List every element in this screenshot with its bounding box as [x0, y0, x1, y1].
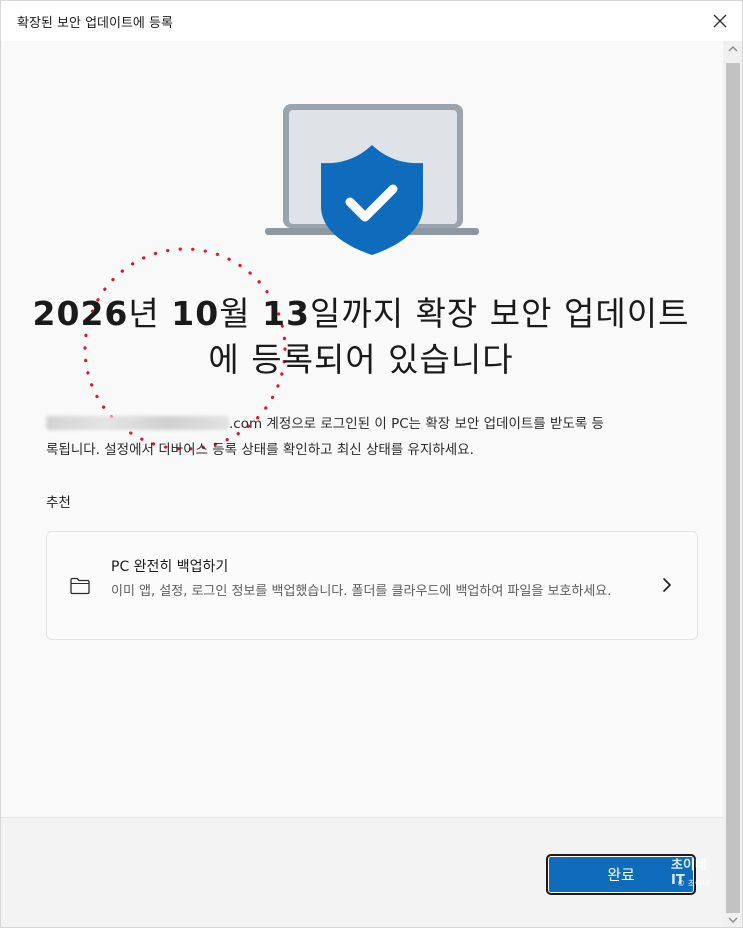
dialog-footer: 완료 초이네 IT © 초이네 [1, 817, 723, 927]
headline-month-suffix: 월 [219, 294, 263, 333]
scroll-down-arrow-icon[interactable] [727, 914, 739, 926]
scroll-up-arrow-icon[interactable] [727, 43, 739, 55]
dialog-window: 확장된 보안 업데이트에 등록 2026년 10월 13일까지 확장 보안 업데… [0, 0, 743, 928]
window-title: 확장된 보안 업데이트에 등록 [17, 16, 173, 31]
headline-year-suffix: 년 [128, 294, 172, 333]
title-bar: 확장된 보안 업데이트에 등록 [1, 1, 742, 41]
close-button[interactable] [706, 7, 734, 35]
description-line1: .com 계정으로 로그인된 이 PC는 확장 보안 업데이트를 받도록 등 [229, 416, 604, 432]
description: .com 계정으로 로그인된 이 PC는 확장 보안 업데이트를 받도록 등 록… [46, 411, 696, 463]
headline-day-suffix: 일까지 확장 보안 업데이트 [310, 294, 690, 333]
headline-day: 13 [262, 294, 310, 333]
watermark-subtext: © 초이네 [677, 879, 710, 888]
headline-month: 10 [171, 294, 220, 333]
card-title: PC 완전히 백업하기 [111, 559, 229, 575]
headline: 2026년 10월 13일까지 확장 보안 업데이트 에 등록되어 있습니다 [31, 291, 691, 383]
description-line2: 록됩니다. 설정에서 디바이스 등록 상태를 확인하고 최신 상태를 유지하세요… [46, 442, 474, 458]
scrollbar-thumb[interactable] [726, 63, 740, 913]
backup-pc-card[interactable]: PC 완전히 백업하기 이미 앱, 설정, 로그인 정보를 백업했습니다. 폴더… [46, 531, 698, 640]
dialog-content: 2026년 10월 13일까지 확장 보안 업데이트 에 등록되어 있습니다 .… [1, 41, 723, 817]
vertical-scrollbar[interactable] [723, 41, 742, 927]
blurred-email [46, 416, 229, 430]
close-icon [713, 14, 727, 28]
folder-icon [70, 577, 90, 595]
card-description: 이미 앱, 설정, 로그인 정보를 백업했습니다. 폴더를 클라우드에 백업하여… [111, 584, 612, 599]
laptop-shield-illustration [265, 104, 479, 255]
chevron-right-icon [663, 578, 671, 592]
headline-line2: 에 등록되어 있습니다 [208, 340, 514, 379]
recommendation-label: 추천 [46, 495, 71, 511]
headline-year: 2026 [32, 294, 129, 333]
